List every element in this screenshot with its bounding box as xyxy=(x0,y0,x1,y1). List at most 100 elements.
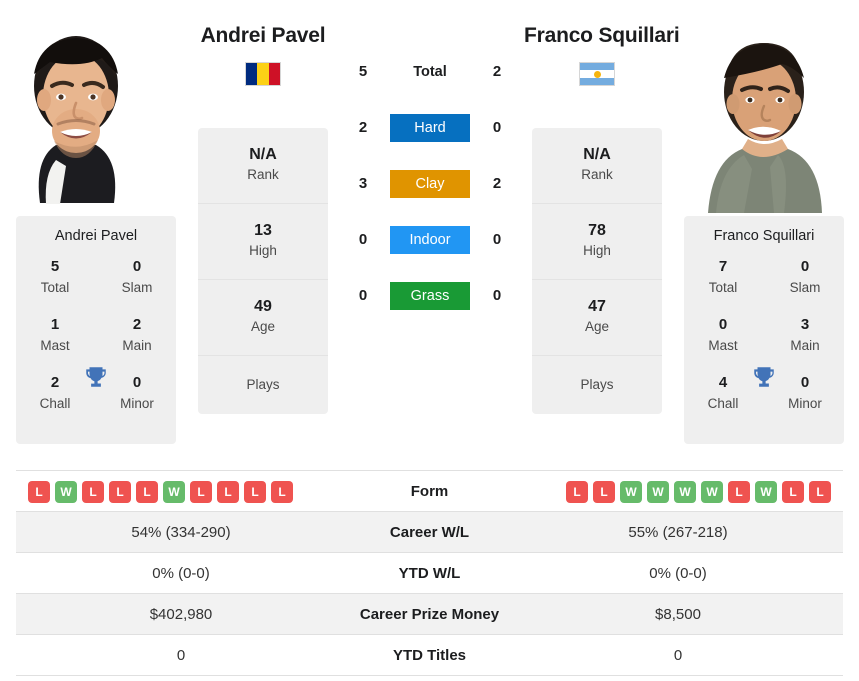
main-titles-cell: 3 Main xyxy=(774,314,836,356)
main-titles-label: Main xyxy=(122,338,152,353)
left-surface-count: 0 xyxy=(358,287,368,304)
card-player-name: Andrei Pavel xyxy=(54,228,138,244)
masters-titles-cell: 0 Mast xyxy=(692,314,754,356)
minor-titles-cell: 0 Minor xyxy=(774,372,836,414)
age-label: Age xyxy=(250,319,276,334)
surface-row: 2 Hard 0 xyxy=(340,114,520,142)
challenger-titles-value: 2 xyxy=(50,374,60,391)
player-comparison-page: Andrei Pavel Franco Squillari 5 Total 2 2 Ha… xyxy=(0,0,859,681)
age-cell: 49 Age xyxy=(198,280,328,356)
total-titles-value: 7 xyxy=(718,258,728,275)
high-rank-cell: 78 High xyxy=(532,204,662,280)
surface-label-indoor[interactable]: Indoor xyxy=(390,226,470,254)
right-player-photo xyxy=(686,8,838,213)
right-surface-count: 0 xyxy=(492,287,502,304)
masters-titles-value: 0 xyxy=(718,316,728,333)
masters-titles-value: 1 xyxy=(50,316,60,333)
titles-row: 0 Mast 3 Main xyxy=(684,314,844,387)
challenger-titles-cell: 4 Chall xyxy=(692,372,754,414)
high-rank-value: 13 xyxy=(254,222,272,239)
surface-label-hard[interactable]: Hard xyxy=(390,114,470,142)
slam-titles-cell: 0 Slam xyxy=(774,256,836,298)
challenger-titles-cell: 2 Chall xyxy=(24,372,86,414)
left-surface-count: 0 xyxy=(358,231,368,248)
total-titles-cell: 5 Total xyxy=(24,256,86,298)
total-titles-label: Total xyxy=(40,280,70,295)
stats-row: 0 0 YTD Titles xyxy=(16,635,843,676)
rank-cell: N/A Rank xyxy=(532,128,662,204)
rank-label: Rank xyxy=(247,167,279,182)
right-rank-panel: N/A Rank 78 High 47 Age Plays xyxy=(532,128,662,414)
main-titles-cell: 2 Main xyxy=(106,314,168,356)
surface-row: 3 Clay 2 xyxy=(340,170,520,198)
minor-titles-label: Minor xyxy=(120,396,154,411)
plays-label: Plays xyxy=(580,377,614,392)
masters-titles-label: Mast xyxy=(40,338,70,353)
right-surface-count: 0 xyxy=(492,231,502,248)
surface-label-clay[interactable]: Clay xyxy=(390,170,470,198)
player-photo-image xyxy=(686,8,838,213)
stats-row: 54% (334-290) 55% (267-218) Career W/L xyxy=(16,512,843,553)
rank-label: Rank xyxy=(581,167,613,182)
romania-flag-icon xyxy=(245,62,281,86)
stat-label: Career Prize Money xyxy=(359,606,500,623)
masters-titles-cell: 1 Mast xyxy=(24,314,86,356)
card-player-name: Franco Squillari xyxy=(713,228,815,244)
minor-titles-value: 0 xyxy=(800,374,810,391)
stat-label: YTD W/L xyxy=(398,565,461,582)
age-value: 47 xyxy=(588,298,606,315)
age-value: 49 xyxy=(254,298,272,315)
left-player-photo xyxy=(0,8,152,213)
main-titles-value: 2 xyxy=(132,316,142,333)
slam-titles-value: 0 xyxy=(800,258,810,275)
plays-label: Plays xyxy=(246,377,280,392)
slam-titles-value: 0 xyxy=(132,258,142,275)
left-player-name: Andrei Pavel xyxy=(200,24,326,47)
argentina-flag-icon xyxy=(579,62,615,86)
slam-titles-label: Slam xyxy=(789,280,821,295)
stats-row: 0% (0-0) 0% (0-0) YTD W/L xyxy=(16,553,843,594)
plays-cell: Plays xyxy=(198,356,328,414)
right-surface-count: 0 xyxy=(492,119,502,136)
surface-titles-breakdown: 5 Total 2 2 Hard 0 3 Clay 2 0 Indoor 0 0 Grass 0 xyxy=(340,58,520,310)
titles-row: 4 Chall 0 Minor xyxy=(684,372,844,430)
surface-row: 0 Indoor 0 xyxy=(340,226,520,254)
player-photo-image xyxy=(0,8,152,213)
plays-cell: Plays xyxy=(532,356,662,414)
left-surface-count: 5 xyxy=(358,63,368,80)
high-rank-label: High xyxy=(249,243,277,258)
slam-titles-cell: 0 Slam xyxy=(106,256,168,298)
titles-row: 1 Mast 2 Main xyxy=(16,314,176,387)
stat-label: Career W/L xyxy=(389,524,470,541)
right-titles-card: Franco Squillari 7 Total 0 Slam 0 Mast 3… xyxy=(684,216,844,444)
challenger-titles-value: 4 xyxy=(718,374,728,391)
left-surface-count: 2 xyxy=(358,119,368,136)
age-label: Age xyxy=(584,319,610,334)
total-titles-cell: 7 Total xyxy=(692,256,754,298)
right-surface-count: 2 xyxy=(492,63,502,80)
total-titles-label: Total xyxy=(708,280,738,295)
left-surface-count: 3 xyxy=(358,175,368,192)
right-surface-count: 2 xyxy=(492,175,502,192)
surface-label-grass[interactable]: Grass xyxy=(390,282,470,310)
challenger-titles-label: Chall xyxy=(707,396,739,411)
surface-row: 5 Total 2 xyxy=(340,58,520,86)
minor-titles-value: 0 xyxy=(132,374,142,391)
minor-titles-cell: 0 Minor xyxy=(106,372,168,414)
high-rank-cell: 13 High xyxy=(198,204,328,280)
comparison-stats-table: L W L L L W L L L L L L W W W W L W L L Form 54% (334-290) 55%… xyxy=(16,470,843,676)
left-rank-panel: N/A Rank 13 High 49 Age Plays xyxy=(198,128,328,414)
rank-value: N/A xyxy=(249,146,277,163)
titles-grid: 5 Total 0 Slam 1 Mast 2 Main 2 Chall 0 M… xyxy=(16,256,176,430)
titles-row: 5 Total 0 Slam xyxy=(16,256,176,314)
right-player-name: Franco Squillari xyxy=(524,24,680,47)
rank-cell: N/A Rank xyxy=(198,128,328,204)
high-rank-label: High xyxy=(583,243,611,258)
surface-label-total: Total xyxy=(413,64,447,80)
titles-row: 7 Total 0 Slam xyxy=(684,256,844,314)
stats-row: L W L L L W L L L L L L W W W W L W L L Form xyxy=(16,471,843,512)
minor-titles-label: Minor xyxy=(788,396,822,411)
challenger-titles-label: Chall xyxy=(39,396,71,411)
titles-grid: 7 Total 0 Slam 0 Mast 3 Main 4 Chall 0 M… xyxy=(684,256,844,430)
masters-titles-label: Mast xyxy=(708,338,738,353)
